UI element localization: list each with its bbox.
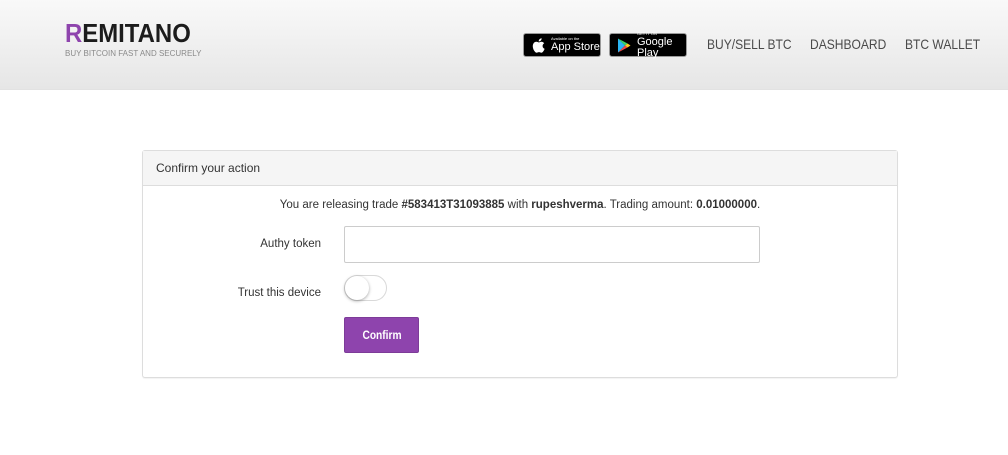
message-with: with bbox=[504, 199, 532, 211]
logo-first-letter: R bbox=[65, 18, 83, 48]
google-play-big-text: Google Play bbox=[637, 35, 673, 59]
confirm-button-label: Confirm bbox=[361, 328, 402, 342]
nav-btc-wallet[interactable]: BTC WALLET bbox=[905, 36, 980, 52]
message-prefix: You are releasing trade bbox=[279, 199, 402, 211]
logo-tagline: BUY BITCOIN FAST AND SECURELY bbox=[65, 49, 202, 58]
nav-dashboard[interactable]: DASHBOARD bbox=[810, 36, 886, 52]
logo-rest: EMITANO bbox=[82, 18, 191, 48]
confirm-button[interactable]: Confirm bbox=[344, 317, 419, 353]
toggle-knob bbox=[345, 276, 369, 300]
message-suffix: . bbox=[757, 199, 761, 211]
authy-token-input[interactable] bbox=[344, 226, 760, 263]
release-message: You are releasing trade #583413T31093885… bbox=[143, 199, 897, 211]
google-play-text: GET IT ON Google Play bbox=[637, 30, 686, 59]
trust-device-label: Trust this device bbox=[237, 287, 321, 299]
trading-amount: 0.01000000 bbox=[696, 199, 757, 211]
panel-heading: Confirm your action bbox=[143, 151, 897, 186]
authy-token-label: Authy token bbox=[260, 238, 321, 250]
app-store-big-text: App Store bbox=[551, 41, 600, 53]
trade-id: #583413T31093885 bbox=[401, 199, 505, 211]
top-header: REMITANO BUY BITCOIN FAST AND SECURELY A… bbox=[0, 0, 1008, 90]
app-store-text: Available on the App Store bbox=[551, 37, 600, 53]
counterparty-username: rupeshverma bbox=[531, 199, 604, 211]
amount-label: . Trading amount: bbox=[603, 199, 697, 211]
trust-device-toggle[interactable] bbox=[344, 275, 387, 301]
google-play-badge[interactable]: GET IT ON Google Play bbox=[609, 30, 687, 59]
app-store-badge[interactable]: Available on the App Store bbox=[523, 33, 601, 57]
apple-icon bbox=[531, 37, 545, 53]
logo-wordmark: REMITANO bbox=[65, 18, 191, 48]
nav-buy-sell-btc[interactable]: BUY/SELL BTC bbox=[707, 36, 792, 52]
logo[interactable]: REMITANO BUY BITCOIN FAST AND SECURELY bbox=[65, 18, 202, 58]
google-play-icon bbox=[617, 37, 631, 53]
confirm-action-panel: Confirm your action You are releasing tr… bbox=[142, 150, 898, 378]
google-play-small-text: GET IT ON bbox=[637, 30, 657, 36]
